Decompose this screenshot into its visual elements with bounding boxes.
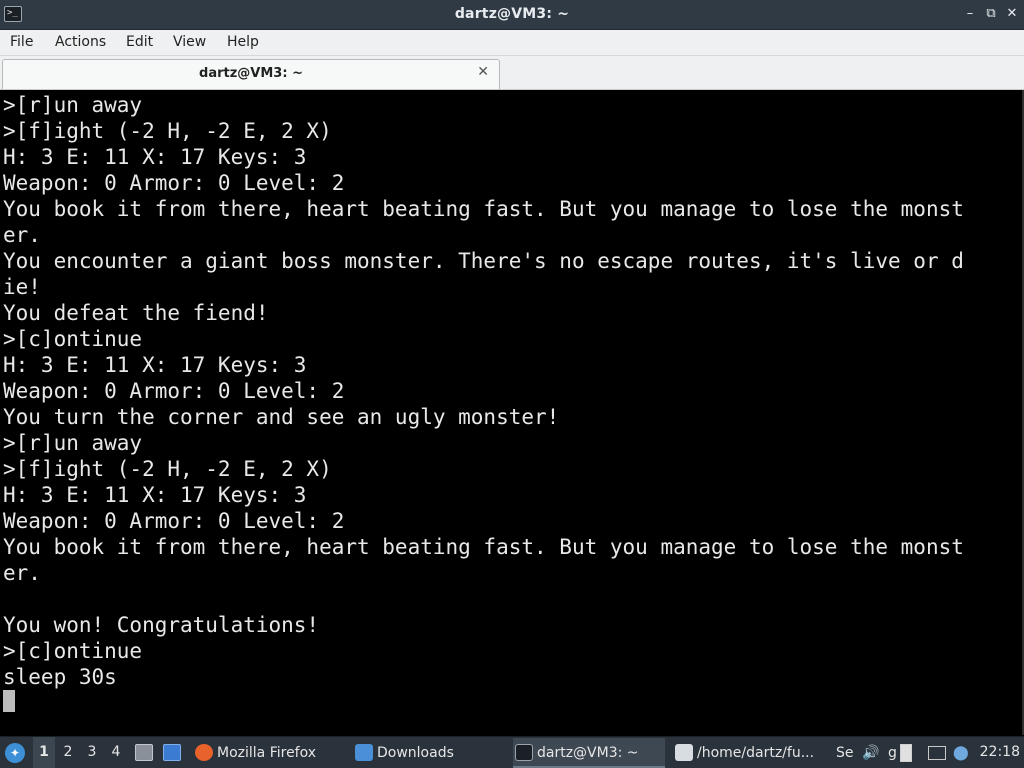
menu-file[interactable]: File — [10, 34, 33, 50]
terminal-line: H: 3 E: 11 X: 17 Keys: 3 — [3, 145, 307, 169]
terminal-line: ie! — [3, 275, 41, 299]
terminal-icon — [515, 744, 533, 761]
terminal-line: You turn the corner and see an ugly mons… — [3, 405, 560, 429]
terminal-line: >[f]ight (-2 H, -2 E, 2 X) — [3, 457, 332, 481]
update-icon[interactable]: ⬤ — [953, 744, 969, 762]
volume-icon[interactable]: 🔊 — [862, 744, 879, 762]
firefox-icon — [195, 744, 213, 761]
tab-label: dartz@VM3: ~ — [199, 66, 303, 81]
terminal-line: >[r]un away — [3, 93, 143, 117]
terminal-line: H: 3 E: 11 X: 17 Keys: 3 — [3, 483, 307, 507]
terminal-line: Weapon: 0 Armor: 0 Level: 2 — [3, 379, 345, 403]
workspace-1[interactable]: 1 — [33, 737, 55, 768]
tab-bar: dartz@VM3: ~ ✕ — [0, 56, 1024, 90]
terminal-line: >[c]ontinue — [3, 327, 143, 351]
folder-icon — [355, 744, 373, 761]
task-label: Downloads — [377, 745, 454, 761]
taskbar: ✦ 1 2 3 4 Mozilla Firefox Downloads dart… — [0, 736, 1024, 768]
terminal-line: er. — [3, 223, 41, 247]
task-text-editor[interactable]: /home/dartz/fu... — [673, 738, 829, 768]
tab-close-icon[interactable]: ✕ — [477, 64, 489, 80]
task-terminal[interactable]: dartz@VM3: ~ — [513, 738, 665, 768]
terminal-line: You book it from there, heart beating fa… — [3, 197, 964, 221]
show-desktop-icon[interactable] — [163, 744, 181, 761]
tab-terminal[interactable]: dartz@VM3: ~ ✕ — [2, 59, 500, 89]
terminal-line: Weapon: 0 Armor: 0 Level: 2 — [3, 509, 345, 533]
terminal-output[interactable]: >[r]un away >[f]ight (-2 H, -2 E, 2 X) H… — [0, 90, 1024, 735]
menu-help[interactable]: Help — [227, 34, 259, 50]
start-menu-icon[interactable]: ✦ — [5, 743, 25, 763]
menu-view[interactable]: View — [173, 34, 206, 50]
text-editor-icon — [675, 744, 693, 761]
workspace-3[interactable]: 3 — [81, 737, 103, 768]
window-title: dartz@VM3: ~ — [454, 6, 570, 22]
terminal-cursor — [3, 690, 15, 712]
tray-item[interactable]: g — [888, 744, 897, 762]
terminal-line: Weapon: 0 Armor: 0 Level: 2 — [3, 171, 345, 195]
task-downloads[interactable]: Downloads — [353, 738, 505, 768]
restore-button[interactable]: ⧉ — [983, 6, 999, 22]
task-label: Mozilla Firefox — [217, 745, 317, 761]
terminal-line: You encounter a giant boss monster. Ther… — [3, 249, 964, 273]
terminal-line: sleep 30s — [3, 665, 117, 689]
terminal-line: er. — [3, 561, 41, 585]
workspace-2[interactable]: 2 — [57, 737, 79, 768]
battery-icon[interactable] — [900, 744, 912, 762]
terminal-line: >[r]un away — [3, 431, 143, 455]
menu-actions[interactable]: Actions — [55, 34, 106, 50]
minimize-button[interactable]: – — [962, 6, 978, 22]
task-label: dartz@VM3: ~ — [537, 745, 639, 761]
workspace-4[interactable]: 4 — [105, 737, 127, 768]
task-label: /home/dartz/fu... — [697, 745, 815, 761]
terminal-line: You defeat the fiend! — [3, 301, 269, 325]
menu-edit[interactable]: Edit — [126, 34, 153, 50]
terminal-line: >[c]ontinue — [3, 639, 143, 663]
menu-bar: File Actions Edit View Help — [0, 30, 1024, 56]
file-manager-launcher-icon[interactable] — [135, 744, 153, 761]
clock[interactable]: 22:18 — [980, 737, 1020, 768]
tray-item[interactable]: Se — [836, 744, 858, 762]
close-button[interactable]: ✕ — [1004, 6, 1020, 22]
terminal-line: H: 3 E: 11 X: 17 Keys: 3 — [3, 353, 307, 377]
window-titlebar[interactable]: >_ dartz@VM3: ~ – ⧉ ✕ — [0, 0, 1024, 30]
terminal-line: You book it from there, heart beating fa… — [3, 535, 964, 559]
terminal-line: You won! Congratulations! — [3, 613, 320, 637]
terminal-line: >[f]ight (-2 H, -2 E, 2 X) — [3, 119, 332, 143]
task-firefox[interactable]: Mozilla Firefox — [193, 738, 345, 768]
network-icon[interactable] — [928, 746, 946, 760]
